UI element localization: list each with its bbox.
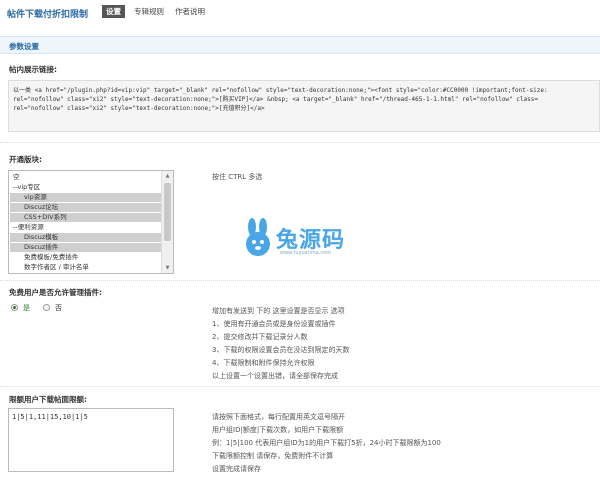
radio-yes-label[interactable]: 是 [23, 303, 30, 313]
rabbit-icon [246, 218, 270, 256]
watermark-logo: 兔源码 www.tuyuanma.com [240, 216, 390, 262]
top-bar: 帖件下载付折扣限制 设置 专辑规则 作者说明 [0, 0, 600, 24]
select-option[interactable]: Discuz论坛 [10, 203, 161, 212]
select-option-group[interactable]: --vip专区 [10, 183, 161, 192]
vip-plugin-hint-4: 3、下载的权限设置会员在没达到限定的天数 [212, 346, 350, 354]
select-option[interactable]: 数字作者区 / 审计名单 [10, 263, 161, 272]
tab-settings[interactable]: 设置 [102, 5, 125, 18]
scroll-down-icon[interactable]: ▼ [162, 263, 173, 273]
radio-yes[interactable] [11, 304, 18, 311]
code-line: rel="nofollow" class="xi2" style="text-d… [13, 105, 265, 112]
vip-plugin-field-label: 免费用户是否允许管理插件: [9, 288, 102, 297]
select-option[interactable]: CSS+DIV系列 [10, 213, 161, 222]
code-line: rel="nofollow" class="xi2" style="text-d… [13, 96, 538, 103]
scroll-up-icon[interactable]: ▲ [162, 171, 173, 181]
section-header: 参数设置 [0, 36, 600, 54]
multi-select-hint: 按住 CTRL 多选 [212, 173, 263, 181]
radio-no[interactable] [43, 304, 50, 311]
scroll-thumb[interactable] [164, 183, 171, 241]
select-option[interactable]: Discuz模板 [10, 233, 161, 242]
vip-plugin-hint-1: 增加有发送到 下的 这里设置是否显示 选项 [212, 307, 345, 315]
plugin-title: 帖件下载付折扣限制 [7, 10, 89, 20]
select-option-group[interactable]: --便利资源 [10, 223, 161, 232]
select-option[interactable]: vip资源 [10, 193, 161, 202]
forums-field-label: 开通版块: [9, 155, 42, 164]
watermark-url: www.tuyuanma.com [280, 250, 332, 256]
forum-multi-select[interactable]: 空 --vip专区 vip资源 Discuz论坛 CSS+DIV系列 --便利资… [8, 170, 174, 274]
rate-hint-5: 设置完成请保存 [212, 465, 261, 473]
section-title: 参数设置 [9, 42, 39, 51]
rate-hint-2: 用户组ID|额度|下载次数，如用户下载限额 [212, 426, 344, 434]
divider [0, 386, 600, 387]
code-line: 以一类 <a href="/plugin.php?id=vip:vip" tar… [13, 87, 548, 94]
display-link-textarea[interactable]: 以一类 <a href="/plugin.php?id=vip:vip" tar… [8, 80, 600, 132]
code-field-label: 帖内展示链接: [9, 65, 57, 74]
rate-hint-1: 请按照下面格式，每行配置用英文逗号隔开 [212, 413, 345, 421]
select-option[interactable]: 空 [10, 173, 161, 182]
select-option[interactable]: Discuz插件 [10, 243, 161, 252]
tab-album-rules[interactable]: 专辑规则 [130, 5, 168, 18]
select-scrollbar[interactable]: ▲ ▼ [161, 171, 173, 273]
vip-plugin-hint-2: 1、使用有开通会员或是身份设置或插件 [212, 320, 336, 328]
rate-field-label: 限额用户下载帖面限额: [9, 395, 87, 404]
radio-no-label[interactable]: 否 [55, 303, 62, 313]
select-option[interactable]: 免费模板/免费插件 [10, 253, 161, 262]
rate-limit-textarea[interactable]: 1|5|1,11|15,10|1|5 [8, 408, 174, 472]
vip-plugin-hint-5: 4、下载限制和附件保持允许权限 [212, 359, 315, 367]
vip-plugin-hint-3: 2、提交修改并下载记录分人数 [212, 333, 308, 341]
rate-hint-4: 下载限额控制 请保存，免费附件不计算 [212, 452, 334, 460]
divider [0, 142, 600, 143]
divider [0, 280, 600, 281]
tab-author-info[interactable]: 作者说明 [171, 5, 209, 18]
vip-plugin-hint-6: 以上设置一个设置出错，请全部保存完成 [212, 372, 338, 380]
rate-hint-3: 例：1|5|100 代表用户组ID为1的用户下载打5折，24小时下载限额为100 [212, 439, 441, 447]
